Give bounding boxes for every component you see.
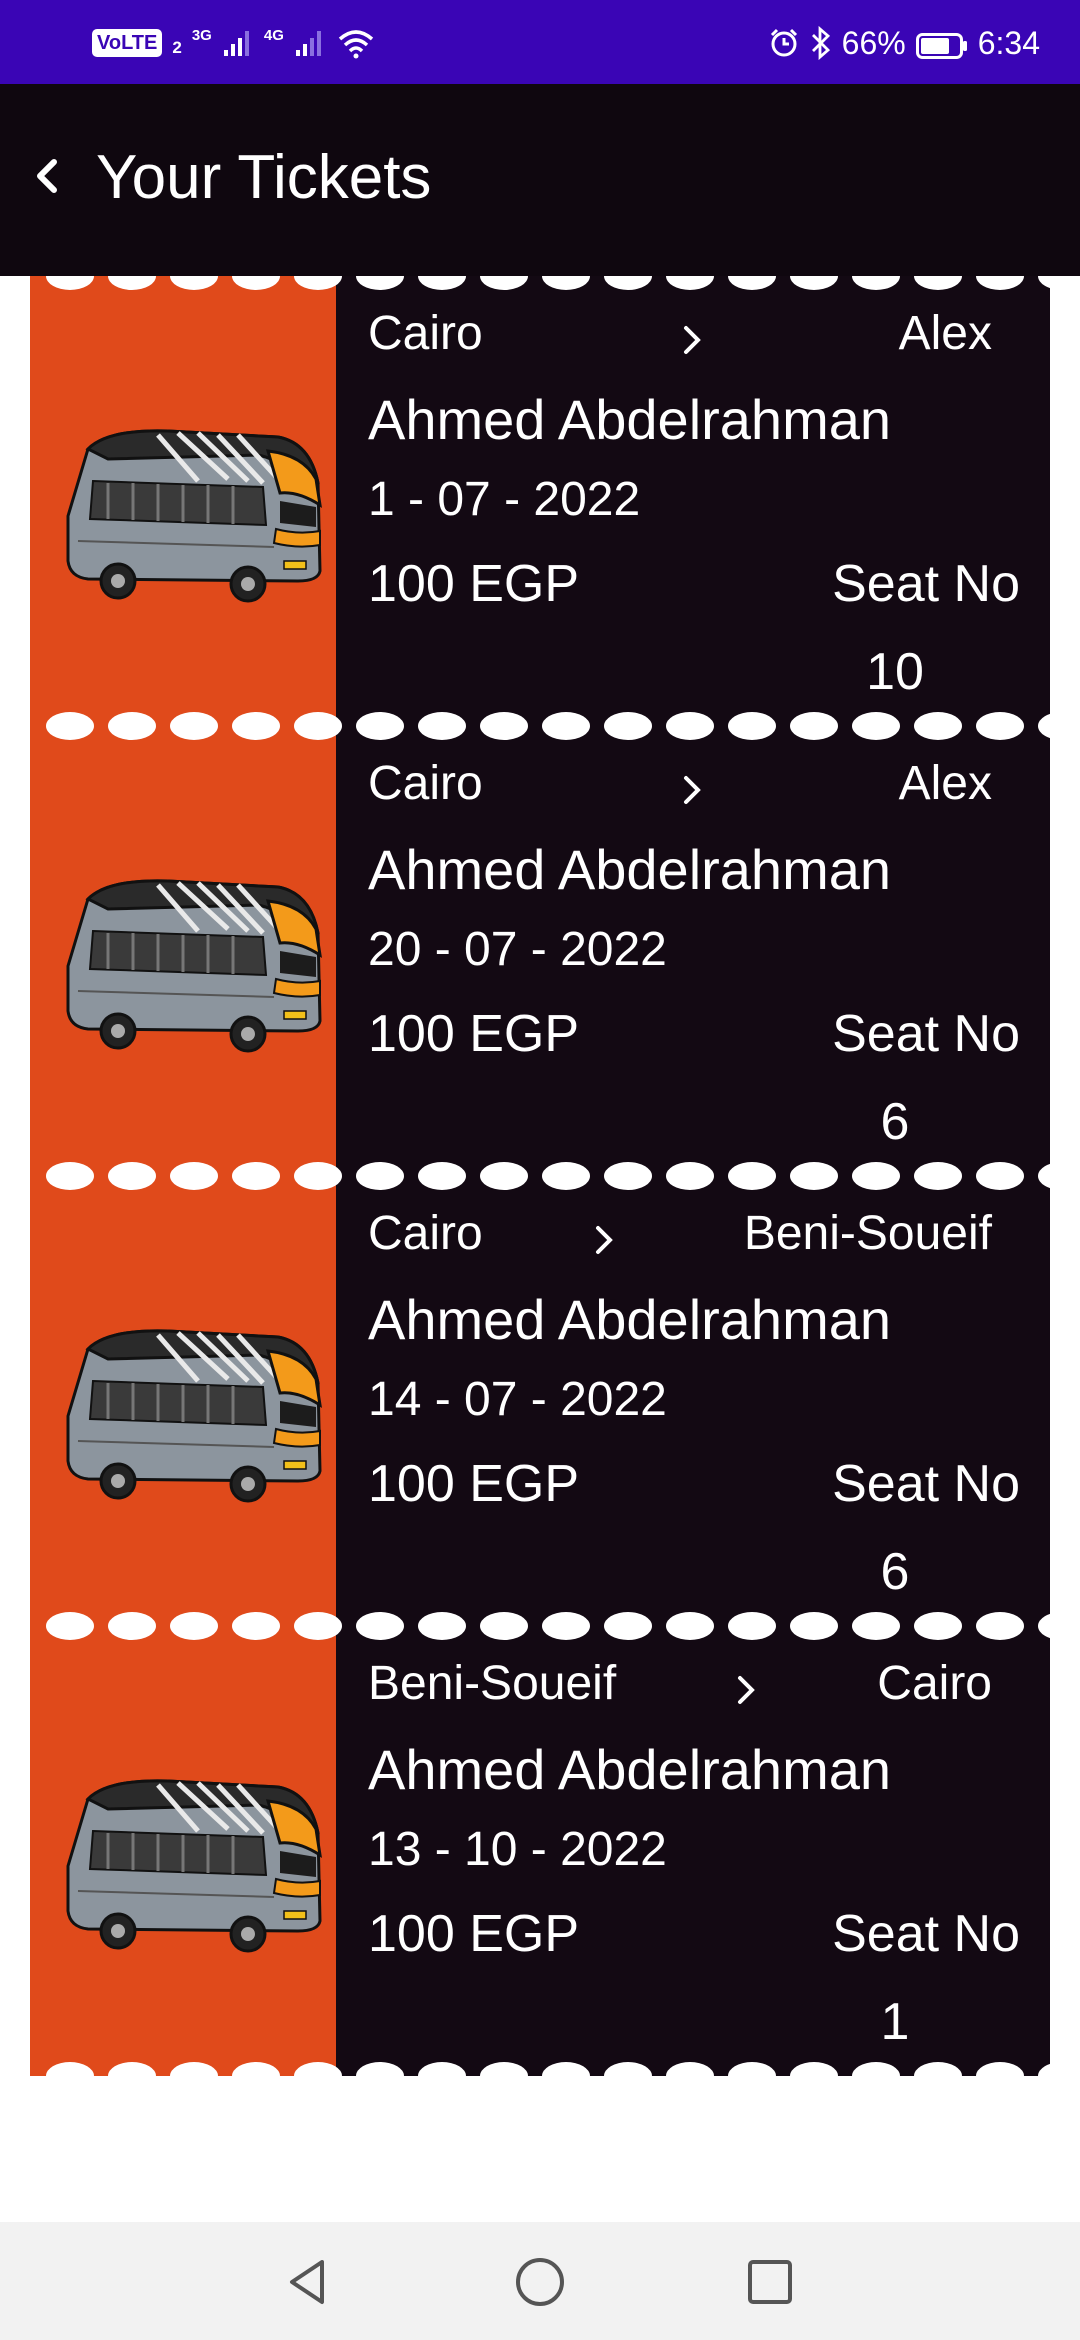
battery-icon <box>915 30 968 59</box>
travel-date: 14 - 07 - 2022 <box>368 1373 667 1426</box>
seat-label: Seat No <box>832 1455 1020 1513</box>
triangle-back-icon[interactable] <box>278 2252 338 2312</box>
passenger-name: Ahmed Abdelrahman <box>368 1738 892 1801</box>
to-city: Alex <box>898 757 992 810</box>
ticket-card[interactable]: Beni-Soueif Cairo Ahmed Abdelrahman 13 -… <box>30 1626 1050 2076</box>
battery-percent: 66% <box>841 24 906 61</box>
status-left: VoLTE 2 3G 4G <box>92 22 376 64</box>
from-city: Cairo <box>368 757 483 810</box>
to-city: Alex <box>898 307 992 360</box>
alarm-icon <box>770 28 797 57</box>
square-recents-icon[interactable] <box>740 2252 800 2312</box>
travel-date: 13 - 10 - 2022 <box>368 1823 667 1876</box>
sim-slot: 2 <box>172 38 182 57</box>
chevron-left-icon <box>37 159 57 193</box>
chevron-right-icon <box>738 1676 755 1704</box>
from-city: Beni-Soueif <box>368 1657 617 1710</box>
wifi-icon <box>338 30 374 59</box>
circle-home-icon[interactable] <box>510 2252 570 2312</box>
travel-date: 1 - 07 - 2022 <box>368 473 641 526</box>
seat-label: Seat No <box>832 555 1020 613</box>
back-button[interactable] <box>22 148 78 204</box>
network-type-2: 4G <box>263 26 284 44</box>
chevron-right-icon <box>596 1226 613 1254</box>
status-right: 66% 6:34 <box>768 18 1040 68</box>
passenger-name: Ahmed Abdelrahman <box>368 388 892 451</box>
passenger-name: Ahmed Abdelrahman <box>368 838 892 901</box>
volte-badge: VoLTE <box>92 29 163 57</box>
status-bar: VoLTE 2 3G 4G 66% 6:34 <box>0 0 1080 84</box>
seat-number: 1 <box>880 1993 910 2051</box>
ticket-price: 100 EGP <box>368 1905 580 1963</box>
signal-icon <box>223 31 249 56</box>
to-city: Beni-Soueif <box>743 1207 992 1260</box>
app-bar: Your Tickets <box>0 84 1080 276</box>
ticket-list: Cairo Alex Ahmed Abdelrahman 1 - 07 - 20… <box>30 276 1050 2076</box>
network-type-1: 3G <box>191 26 212 44</box>
travel-date: 20 - 07 - 2022 <box>368 923 667 976</box>
bluetooth-icon <box>811 26 830 60</box>
ticket-price: 100 EGP <box>368 1455 580 1513</box>
passenger-name: Ahmed Abdelrahman <box>368 1288 892 1351</box>
bus-image <box>48 1771 328 1956</box>
system-nav-bar <box>0 2222 1080 2340</box>
from-city: Cairo <box>368 1207 483 1260</box>
ticket-card[interactable]: Cairo Beni-Soueif Ahmed Abdelrahman 14 -… <box>30 1176 1050 1626</box>
signal-icon <box>295 31 321 56</box>
ticket-card[interactable]: Cairo Alex Ahmed Abdelrahman 1 - 07 - 20… <box>30 276 1050 726</box>
seat-label: Seat No <box>832 1905 1020 1963</box>
ticket-card[interactable]: Cairo Alex Ahmed Abdelrahman 20 - 07 - 2… <box>30 726 1050 1176</box>
seat-number: 6 <box>880 1093 910 1151</box>
to-city: Cairo <box>877 1657 992 1710</box>
ticket-price: 100 EGP <box>368 555 580 613</box>
chevron-right-icon <box>684 776 701 804</box>
seat-number: 10 <box>866 643 924 701</box>
chevron-right-icon <box>684 326 701 354</box>
bus-image <box>48 871 328 1056</box>
bus-image <box>48 1321 328 1506</box>
ticket-price: 100 EGP <box>368 1005 580 1063</box>
bus-image <box>48 421 328 606</box>
clock-time: 6:34 <box>977 24 1040 61</box>
seat-label: Seat No <box>832 1005 1020 1063</box>
from-city: Cairo <box>368 307 483 360</box>
seat-number: 6 <box>880 1543 910 1601</box>
page-title: Your Tickets <box>96 143 432 212</box>
